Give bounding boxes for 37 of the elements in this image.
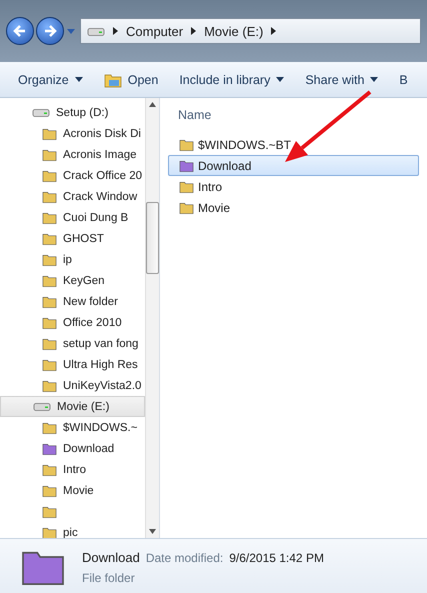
navigation-item[interactable]: Movie (0, 480, 145, 501)
date-label: Date modified: (146, 550, 224, 564)
breadcrumb[interactable]: Movie (E:) (204, 24, 264, 38)
navigation-item[interactable]: Cuoi Dung B (0, 207, 145, 228)
navigation-item[interactable]: Movie (E:) (0, 396, 145, 417)
file-item[interactable]: Movie (168, 197, 419, 218)
toolbar-button[interactable]: Include in library (179, 72, 284, 86)
file-name: Download (82, 550, 140, 564)
navigation-item[interactable]: GHOST (0, 228, 145, 249)
navigation-item[interactable]: KeyGen (0, 270, 145, 291)
navigation-item[interactable]: Acronis Image (0, 144, 145, 165)
address-bar[interactable]: Computer Movie (E:) (80, 18, 421, 44)
navigation-item[interactable]: setup van fong (0, 333, 145, 354)
navigation-item[interactable]: Ultra High Res (0, 354, 145, 375)
navigation-item[interactable]: pic (0, 522, 145, 538)
navigation-item[interactable]: Setup (D:) (0, 102, 145, 123)
navigation-item[interactable]: ip (0, 249, 145, 270)
toolbar-button[interactable]: Open (104, 72, 158, 88)
column-header[interactable]: Name (168, 104, 419, 134)
navigation-item[interactable]: $WINDOWS.~ (0, 417, 145, 438)
toolbar-button[interactable]: B (399, 72, 408, 86)
navigation-item[interactable]: Office 2010 (0, 312, 145, 333)
file-item[interactable]: Download (168, 155, 419, 176)
navigation-item[interactable]: Acronis Disk Di (0, 123, 145, 144)
navigation-item[interactable]: New folder (0, 291, 145, 312)
navigation-item[interactable]: UniKeyVista2.0 (0, 375, 145, 396)
date-value: 9/6/2015 1:42 PM (229, 550, 324, 564)
navigation-item[interactable]: Crack Office 20 (0, 165, 145, 186)
file-type: File folder (82, 570, 136, 584)
breadcrumb[interactable]: Computer (126, 24, 184, 38)
navigation-item[interactable]: Intro (0, 459, 145, 480)
toolbar-button[interactable]: Organize (18, 72, 83, 86)
file-item[interactable]: Intro (168, 176, 419, 197)
navigation-item[interactable]: Crack Window (0, 186, 145, 207)
toolbar-button[interactable]: Share with (305, 72, 378, 86)
navigation-item[interactable]: Download (0, 438, 145, 459)
file-item[interactable]: $WINDOWS.~BT (168, 134, 419, 155)
